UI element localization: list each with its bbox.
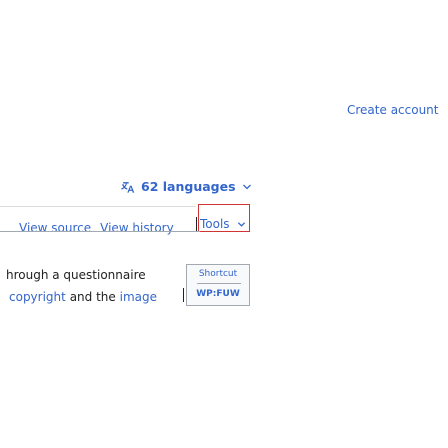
shortcut-value-link[interactable]: WP:FUW (187, 289, 249, 299)
shortcut-divider (197, 283, 241, 284)
page-actions-tabs: View source View history (19, 221, 183, 235)
copyright-link[interactable]: copyright (9, 290, 66, 304)
body-text-line-2: copyright and the image (9, 290, 157, 304)
tabs-bottom-border (0, 231, 200, 232)
tools-dropdown[interactable]: Tools (198, 204, 250, 232)
image-link[interactable]: image (120, 290, 157, 304)
chevron-down-icon (237, 222, 246, 227)
tools-cursor-bar (196, 217, 197, 231)
languages-button[interactable]: 62 languages (121, 179, 252, 194)
body-text-fragment: and the (69, 290, 116, 304)
language-icon (121, 181, 135, 193)
header-divider (0, 206, 196, 207)
body-text-line-1: hrough a questionnaire (6, 268, 146, 282)
tab-view-history[interactable]: View history (100, 221, 174, 235)
shortcut-box: Shortcut WP:FUW (186, 264, 250, 306)
create-account-link[interactable]: Create account (347, 103, 439, 117)
shortcut-title[interactable]: Shortcut (187, 269, 249, 279)
chevron-down-icon (242, 184, 251, 189)
tools-label: Tools (200, 217, 230, 231)
tab-view-source[interactable]: View source (19, 221, 91, 235)
shortcut-cursor-bar (183, 288, 184, 302)
languages-label: 62 languages (141, 179, 236, 194)
